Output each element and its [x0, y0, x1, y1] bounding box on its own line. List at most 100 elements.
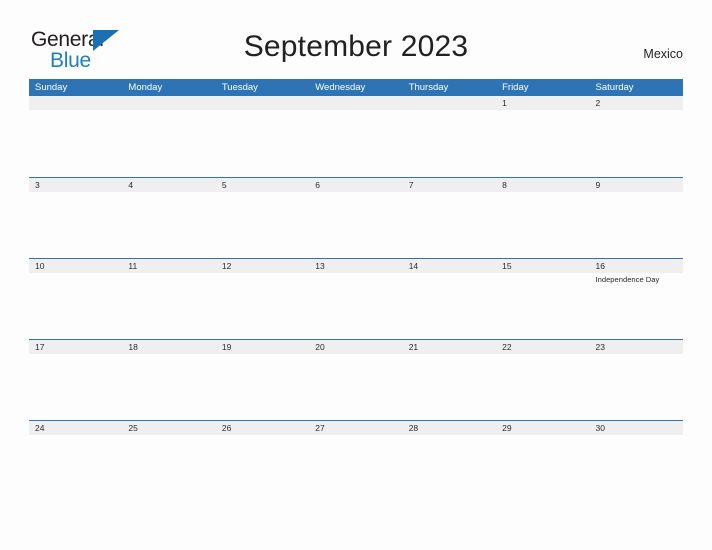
day-number: 2: [589, 96, 683, 110]
calendar-day-cell-empty: [122, 96, 216, 176]
day-number: 23: [589, 340, 683, 354]
weekday-header-tuesday: Tuesday: [221, 82, 258, 93]
week-days: 24 25 26 27 28 29 30: [29, 421, 683, 501]
calendar-day-cell[interactable]: 6: [309, 178, 403, 258]
calendar-day-cell[interactable]: 12: [215, 259, 310, 339]
calendar-day-cell[interactable]: 20: [309, 340, 403, 420]
weekday-header-monday: Monday: [128, 82, 163, 93]
day-number: 7: [402, 178, 497, 192]
day-events: [216, 273, 309, 275]
weekday-header-wednesday: Wednesday: [315, 82, 366, 93]
calendar-weeks: 1 2 3 4 5 6 7 8 9 10 11 12 13 14 15 16 Independence Day 1…: [29, 96, 683, 501]
weekday-header-saturday: Saturday: [595, 82, 634, 93]
calendar-grid: Sunday Monday Tuesday Wednesday Thursday…: [29, 79, 683, 501]
calendar-day-cell[interactable]: 10: [29, 259, 123, 339]
day-events: [29, 354, 122, 356]
calendar-day-cell[interactable]: 16 Independence Day: [589, 259, 683, 339]
calendar-day-cell[interactable]: 22: [496, 340, 590, 420]
day-number: 17: [29, 340, 123, 354]
calendar-day-cell[interactable]: 13: [309, 259, 403, 339]
calendar-day-cell[interactable]: 23: [589, 340, 683, 420]
day-number: 3: [29, 178, 123, 192]
day-events: [590, 435, 683, 437]
calendar-day-cell[interactable]: 14: [402, 259, 497, 339]
day-events: [122, 192, 215, 194]
week-days: 12: [29, 96, 683, 176]
day-number: 6: [309, 178, 403, 192]
day-number: 29: [496, 421, 590, 435]
day-events: [29, 192, 122, 194]
day-number: 24: [29, 421, 123, 435]
calendar-day-cell[interactable]: 26: [215, 421, 310, 501]
day-number: 25: [122, 421, 216, 435]
calendar-week-row: 12: [29, 96, 683, 177]
day-events: [122, 273, 215, 275]
page-title: September 2023: [243, 30, 469, 63]
calendar-week-row: 3456789: [29, 177, 683, 258]
day-events: [309, 273, 402, 275]
calendar-day-cell[interactable]: 15: [496, 259, 590, 339]
calendar-day-cell[interactable]: 28: [402, 421, 497, 501]
holiday-event-label: Independence Day: [595, 275, 660, 284]
day-events: [216, 354, 309, 356]
calendar-day-cell[interactable]: 25: [122, 421, 216, 501]
day-events: [29, 435, 122, 437]
page-header: General Blue September 2023 Mexico: [0, 0, 712, 80]
day-events: [122, 435, 215, 437]
day-number: 4: [122, 178, 216, 192]
day-events: [309, 110, 402, 112]
calendar-day-cell[interactable]: 2: [589, 96, 683, 176]
day-events: [496, 354, 589, 356]
calendar-day-cell[interactable]: 30: [589, 421, 683, 501]
day-events: [29, 273, 122, 275]
day-events: [309, 435, 402, 437]
day-events: [403, 192, 496, 194]
day-number: 16: [589, 259, 683, 273]
day-events: [216, 192, 309, 194]
weekday-header-sunday: Sunday: [35, 82, 68, 93]
calendar-day-cell[interactable]: 9: [589, 178, 683, 258]
day-events: [496, 110, 589, 112]
calendar-day-cell[interactable]: 19: [215, 340, 310, 420]
calendar-day-cell[interactable]: 8: [496, 178, 590, 258]
day-events: [122, 354, 215, 356]
day-number: 14: [402, 259, 497, 273]
day-number: 8: [496, 178, 590, 192]
day-events: [216, 110, 309, 112]
calendar-day-cell[interactable]: 11: [122, 259, 216, 339]
calendar-day-cell[interactable]: 27: [309, 421, 403, 501]
calendar-day-cell[interactable]: 5: [215, 178, 310, 258]
calendar-day-cell[interactable]: 7: [402, 178, 497, 258]
day-events: [309, 354, 402, 356]
day-number: [29, 96, 123, 110]
weekday-header-row: Sunday Monday Tuesday Wednesday Thursday…: [29, 79, 683, 96]
day-events: [590, 354, 683, 356]
day-events: [496, 273, 589, 275]
weekday-header-friday: Friday: [502, 82, 529, 93]
week-days: 3456789: [29, 178, 683, 258]
calendar-day-cell[interactable]: 18: [122, 340, 216, 420]
day-number: 12: [215, 259, 310, 273]
weekday-header-thursday: Thursday: [408, 82, 449, 93]
day-events: [216, 435, 309, 437]
day-number: 22: [496, 340, 590, 354]
day-number: 28: [402, 421, 497, 435]
calendar-day-cell[interactable]: 3: [29, 178, 123, 258]
calendar-day-cell[interactable]: 24: [29, 421, 123, 501]
day-number: [309, 96, 403, 110]
day-number: 13: [309, 259, 403, 273]
week-days: 10 11 12 13 14 15 16 Independence Day: [29, 259, 683, 339]
day-events: Independence Day: [590, 273, 683, 285]
calendar-day-cell[interactable]: 21: [402, 340, 497, 420]
day-number: 30: [589, 421, 683, 435]
calendar-day-cell-empty: [215, 96, 310, 176]
calendar-day-cell[interactable]: 4: [122, 178, 216, 258]
day-events: [29, 110, 122, 112]
day-events: [590, 110, 683, 112]
calendar-day-cell-empty: [29, 96, 123, 176]
day-number: [402, 96, 497, 110]
calendar-day-cell[interactable]: 1: [496, 96, 590, 176]
calendar-week-row: 10 11 12 13 14 15 16 Independence Day: [29, 258, 683, 339]
calendar-day-cell[interactable]: 29: [496, 421, 590, 501]
calendar-day-cell[interactable]: 17: [29, 340, 123, 420]
